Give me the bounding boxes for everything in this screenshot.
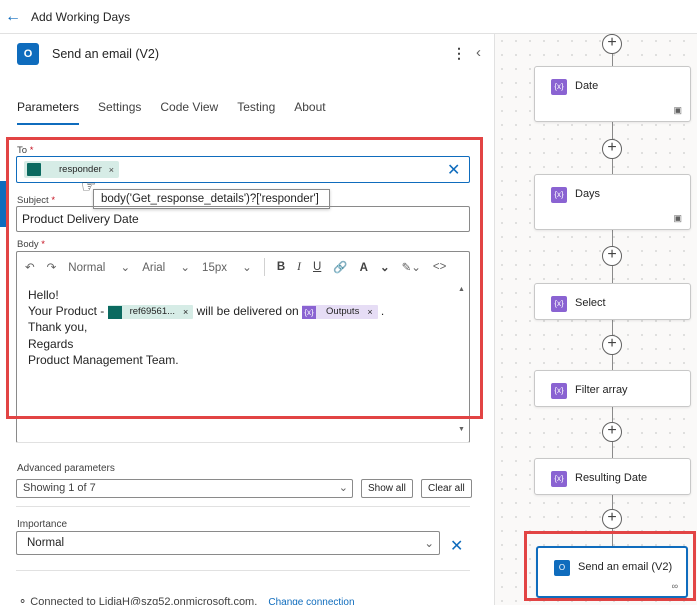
divider (16, 442, 470, 443)
action-settings-panel: O Send an email (V2) ⋮ ‹ Parameters Sett… (0, 34, 495, 605)
show-all-button[interactable]: Show all (361, 479, 413, 498)
chevron-down-icon: ⌄ (338, 482, 348, 494)
divider (16, 506, 470, 507)
importance-label: Importance (17, 519, 68, 530)
card-label: Days (575, 188, 601, 200)
flow-card-days[interactable]: {x} Days ▣ (534, 174, 691, 230)
more-options-icon[interactable]: ⋮ (452, 45, 466, 62)
expression-icon: {x} (551, 296, 567, 312)
connection-icon: ⚬ (18, 596, 28, 605)
tab-about[interactable]: About (294, 100, 325, 125)
page-title: Add Working Days (31, 9, 131, 24)
add-step-plus-icon[interactable]: + (602, 246, 622, 266)
clear-all-button[interactable]: Clear all (421, 479, 472, 498)
expression-icon: {x} (551, 471, 567, 487)
card-label: Date (575, 80, 599, 92)
highlight-box (6, 137, 483, 419)
comment-icon[interactable]: ▣ (673, 213, 682, 224)
tab-parameters[interactable]: Parameters (17, 100, 80, 125)
connection-info: ⚬ Connected to LidiaH@szg52.onmicrosoft.… (18, 595, 355, 605)
back-arrow-icon[interactable]: ← (5, 8, 21, 24)
panel-header: O Send an email (V2) (17, 43, 159, 65)
tab-testing[interactable]: Testing (237, 100, 275, 125)
comment-icon[interactable]: ▣ (673, 105, 682, 116)
link-icon[interactable]: ∞ (672, 581, 678, 591)
clear-importance-icon[interactable]: ✕ (450, 536, 463, 556)
advanced-parameters-select[interactable]: Showing 1 of 7 ⌄ (16, 479, 353, 498)
add-step-plus-icon[interactable]: + (602, 139, 622, 159)
add-step-plus-icon[interactable]: + (602, 335, 622, 355)
expression-icon: {x} (551, 187, 567, 203)
connected-text: Connected to LidiaH@szg52.onmicrosoft.co… (30, 596, 258, 605)
flow-card-filter-array[interactable]: {x} Filter array (534, 370, 691, 407)
action-name[interactable]: Send an email (V2) (52, 47, 159, 61)
flow-card-date[interactable]: {x} Date ▣ (534, 66, 691, 122)
advanced-parameters-label: Advanced parameters (17, 463, 115, 474)
flow-card-resulting-date[interactable]: {x} Resulting Date (534, 458, 691, 495)
panel-tabs: Parameters Settings Code View Testing Ab… (17, 100, 345, 125)
divider (16, 570, 470, 571)
outlook-icon: O (554, 560, 570, 576)
flow-card-send-email[interactable]: O Send an email (V2) ∞ (536, 546, 688, 598)
importance-select[interactable]: Normal ⌄ (16, 531, 440, 555)
tab-settings[interactable]: Settings (98, 100, 141, 125)
expression-icon: {x} (551, 79, 567, 95)
add-step-plus-icon[interactable]: + (602, 422, 622, 442)
chevron-down-icon: ⌄ (424, 538, 434, 550)
card-label: Send an email (V2) (578, 561, 673, 573)
card-label: Filter array (575, 384, 628, 396)
change-connection-link[interactable]: Change connection (268, 597, 354, 605)
expression-icon: {x} (551, 383, 567, 399)
card-label: Resulting Date (575, 472, 648, 484)
add-step-plus-icon[interactable]: + (602, 509, 622, 529)
top-bar: ← Add Working Days (0, 0, 697, 34)
outlook-icon: O (17, 43, 39, 65)
tab-code-view[interactable]: Code View (160, 100, 218, 125)
add-step-plus-icon[interactable]: + (602, 34, 622, 54)
flow-canvas[interactable]: + {x} Date ▣ + {x} Days ▣ + {x} Select +… (495, 34, 697, 605)
flow-card-select[interactable]: {x} Select (534, 283, 691, 320)
scroll-down-icon[interactable]: ▼ (458, 426, 465, 433)
collapse-panel-icon[interactable]: ‹ (476, 44, 481, 61)
card-label: Select (575, 297, 606, 309)
